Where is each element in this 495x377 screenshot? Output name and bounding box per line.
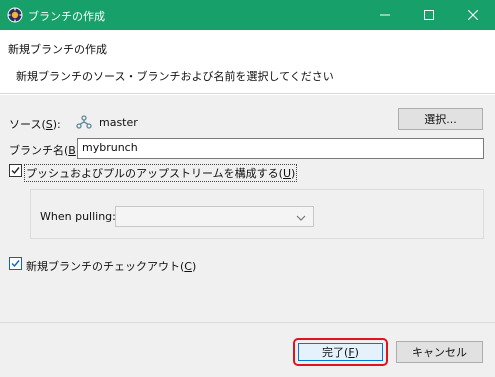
finish-highlight: 完了(F)	[293, 338, 388, 366]
minimize-button[interactable]	[363, 0, 407, 30]
branch-name-label: ブランチ名(B):	[9, 144, 84, 157]
checkout-label[interactable]: 新規ブランチのチェックアウト(C)	[26, 258, 196, 274]
footer-divider	[0, 322, 495, 323]
checkmark-icon	[11, 260, 20, 268]
dialog-heading: 新規ブランチの作成	[8, 43, 107, 56]
checkmark-icon	[11, 167, 20, 175]
chevron-down-icon	[296, 212, 306, 225]
title-bar: ブランチの作成	[0, 0, 495, 30]
branch-icon	[76, 115, 92, 129]
cancel-button[interactable]: キャンセル	[396, 341, 483, 363]
when-pulling-select[interactable]	[115, 206, 314, 227]
when-pulling-label: When pulling:	[40, 210, 116, 223]
dialog-description: 新規ブランチのソース・ブランチおよび名前を選択してください	[16, 70, 334, 83]
eclipse-gear-icon	[7, 7, 23, 23]
source-label: ソース(S):	[9, 118, 61, 131]
maximize-icon	[424, 10, 434, 20]
finish-button[interactable]: 完了(F)	[298, 343, 383, 361]
branch-name-input[interactable]: mybrunch	[77, 138, 484, 159]
close-icon	[468, 10, 478, 20]
source-value: master	[99, 116, 138, 129]
select-button[interactable]: 選択...	[398, 108, 483, 130]
close-button[interactable]	[451, 0, 495, 30]
dialog-header: 新規ブランチの作成 新規ブランチのソース・ブランチおよび名前を選択してください	[0, 30, 495, 94]
checkout-checkbox[interactable]	[9, 257, 22, 270]
push-pull-label[interactable]: プッシュおよびプルのアップストリームを構成する(U)	[23, 164, 298, 182]
push-pull-checkbox[interactable]	[9, 164, 22, 177]
window-title: ブランチの作成	[28, 10, 105, 23]
minimize-icon	[380, 14, 390, 16]
maximize-button[interactable]	[407, 0, 451, 30]
